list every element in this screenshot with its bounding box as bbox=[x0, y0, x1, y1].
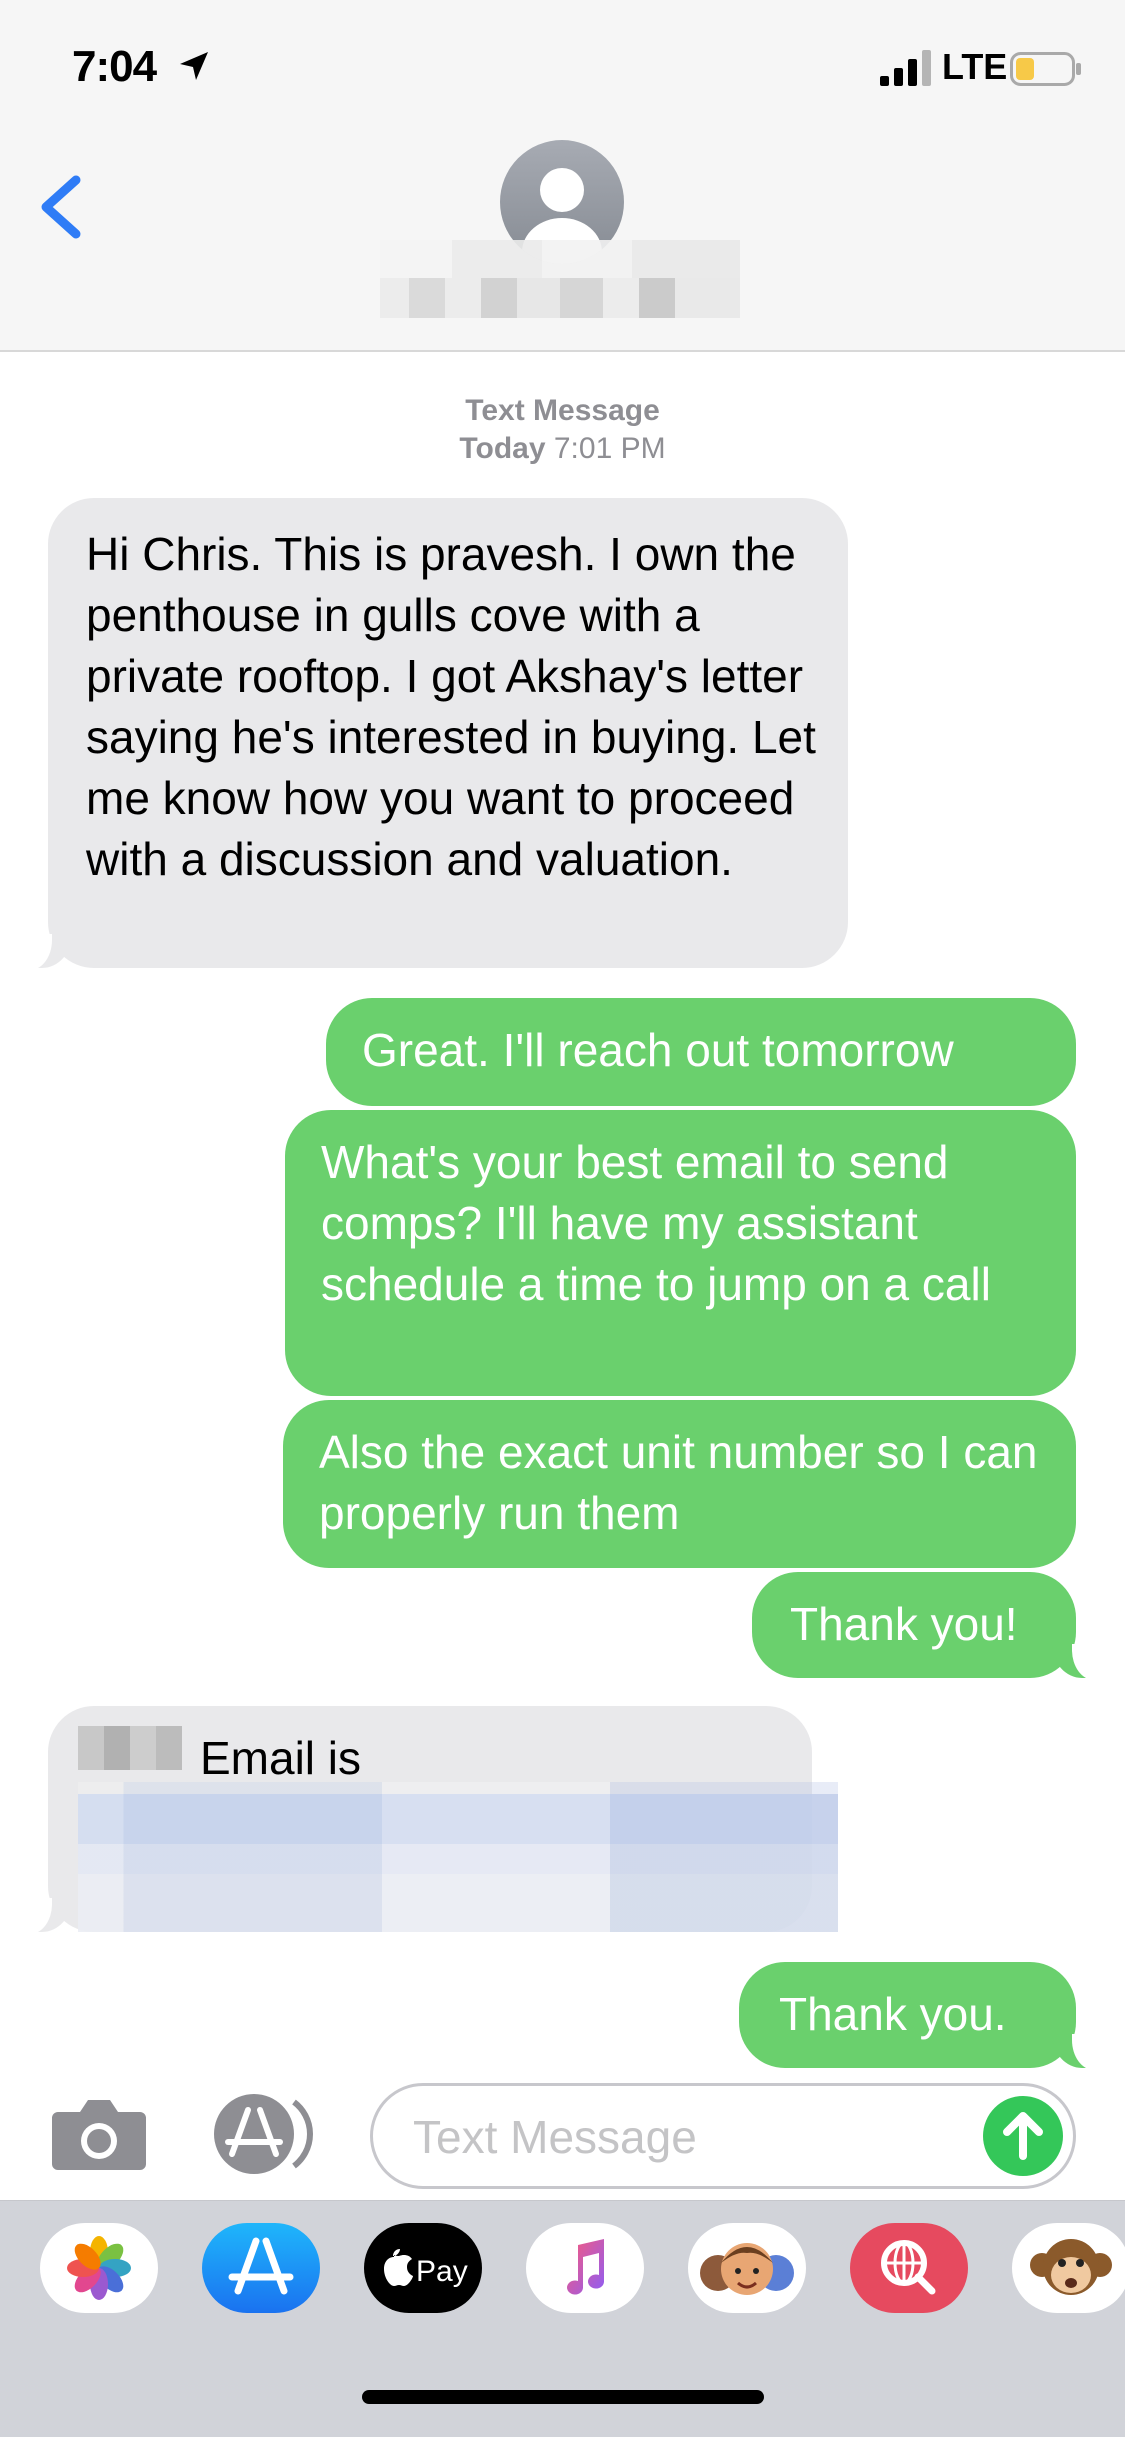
message-text: Great. I'll reach out tomorrow bbox=[362, 1024, 954, 1076]
message-bubble-outgoing[interactable]: Great. I'll reach out tomorrow bbox=[326, 998, 1076, 1106]
photos-app-icon[interactable] bbox=[40, 2223, 158, 2313]
message-bubble-incoming[interactable]: Email is bbox=[18, 1706, 838, 1934]
signal-bars-icon bbox=[880, 50, 931, 86]
app-store-icon[interactable] bbox=[208, 2092, 320, 2176]
camera-icon[interactable] bbox=[50, 2098, 148, 2172]
message-bubble-outgoing[interactable]: What's your best email to send comps? I'… bbox=[285, 1110, 1076, 1396]
contact-name-redacted[interactable] bbox=[380, 240, 740, 318]
status-time: 7:04 bbox=[72, 42, 157, 91]
memoji-app-icon[interactable] bbox=[688, 2223, 806, 2313]
apple-pay-label: Pay bbox=[416, 2255, 468, 2288]
animoji-app-icon[interactable] bbox=[1012, 2223, 1125, 2313]
music-app-icon[interactable] bbox=[526, 2223, 644, 2313]
timestamp: Today 7:01 PM bbox=[0, 432, 1125, 466]
home-indicator[interactable] bbox=[362, 2390, 764, 2404]
status-bar: 7:04 LTE bbox=[0, 0, 1125, 140]
message-text: Thank you! bbox=[790, 1598, 1018, 1650]
apple-pay-app-icon[interactable]: Pay bbox=[364, 2223, 482, 2313]
message-bubble-incoming[interactable]: Hi Chris. This is pravesh. I own the pen… bbox=[18, 498, 848, 970]
message-bubble-outgoing[interactable]: Also the exact unit number so I can prop… bbox=[283, 1400, 1076, 1568]
message-text: Email is bbox=[200, 1732, 362, 1784]
time-label: 7:01 PM bbox=[553, 432, 666, 465]
service-label: Text Message bbox=[465, 394, 660, 427]
message-bubble-outgoing[interactable]: Thank you! bbox=[752, 1572, 1106, 1680]
message-input-field[interactable] bbox=[370, 2083, 1076, 2189]
location-arrow-icon bbox=[180, 52, 208, 80]
chevron-left-icon[interactable] bbox=[30, 160, 90, 250]
network-type: LTE bbox=[942, 46, 1008, 87]
redacted-email bbox=[78, 1782, 838, 1932]
message-input[interactable] bbox=[411, 2108, 955, 2166]
redacted-name bbox=[78, 1726, 182, 1770]
battery-icon bbox=[1010, 52, 1081, 86]
message-text: Also the exact unit number so I can prop… bbox=[319, 1426, 1038, 1539]
app-store-app-icon[interactable] bbox=[202, 2223, 320, 2313]
message-bubble-outgoing[interactable]: Thank you. bbox=[739, 1962, 1106, 2070]
message-text: What's your best email to send comps? I'… bbox=[321, 1136, 991, 1310]
date-label: Today bbox=[459, 432, 546, 465]
conversation-header bbox=[0, 140, 1125, 352]
send-button[interactable] bbox=[983, 2096, 1063, 2176]
message-text: Hi Chris. This is pravesh. I own the pen… bbox=[86, 528, 816, 885]
web-images-app-icon[interactable] bbox=[850, 2223, 968, 2313]
message-text: Thank you. bbox=[779, 1988, 1007, 2040]
send-arrow-icon bbox=[1003, 2112, 1043, 2160]
